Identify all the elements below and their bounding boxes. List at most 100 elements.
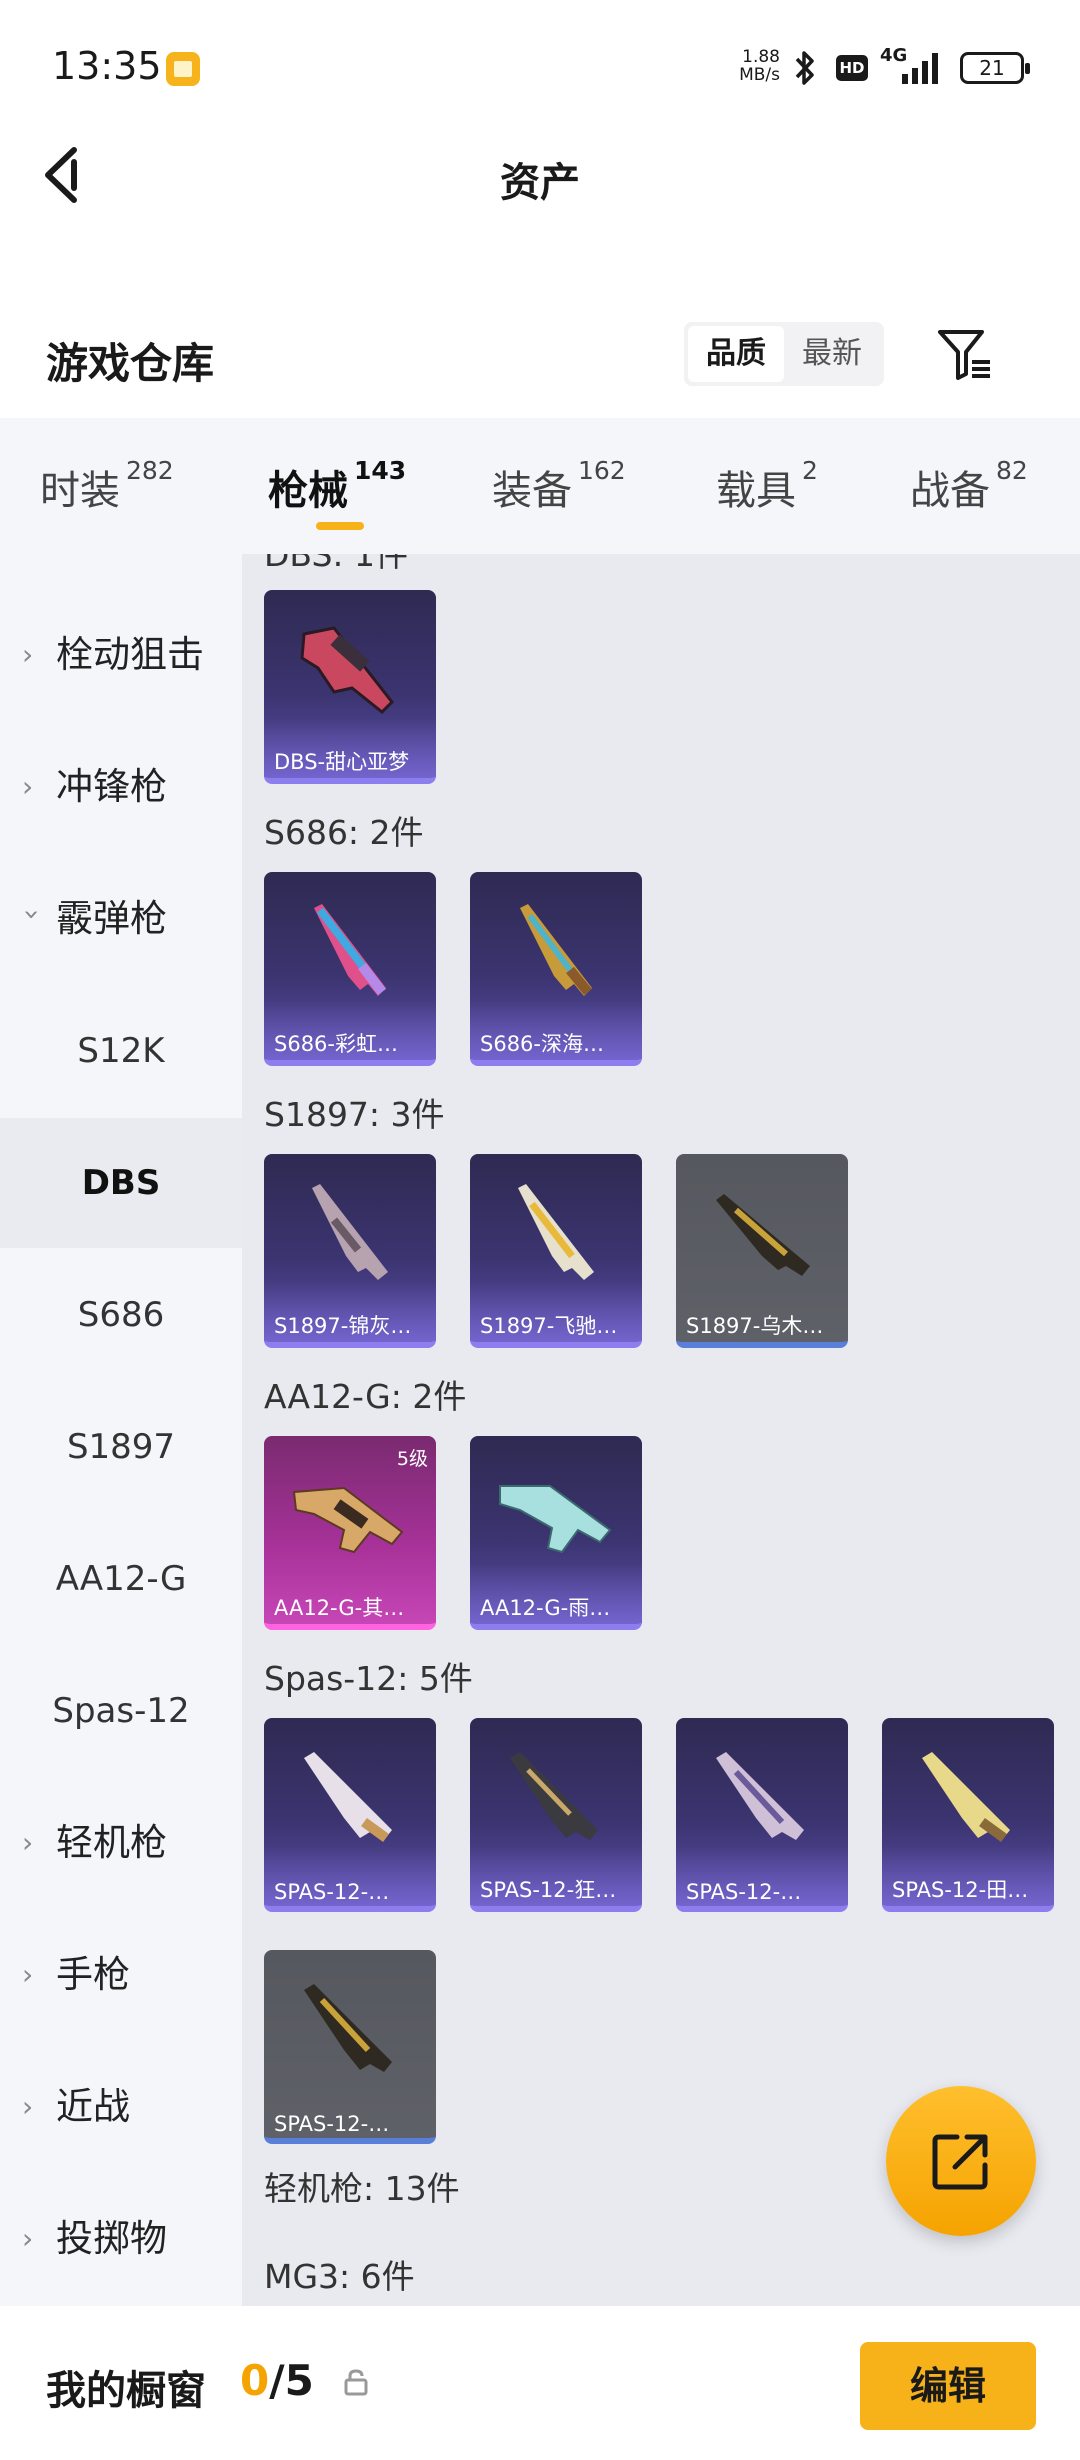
sidebar-item-label: 轻机枪 <box>56 1821 167 1864</box>
sidebar-item-label: 冲锋枪 <box>56 765 167 808</box>
tab-count: 282 <box>126 456 174 485</box>
item-name: DBS-甜心亚梦 <box>274 750 410 774</box>
sort-by-newest-button[interactable]: 最新 <box>784 326 880 382</box>
tab-label: 枪械 <box>268 468 348 514</box>
tab-count: 162 <box>578 456 626 485</box>
signal-icon <box>902 53 938 84</box>
spas12-shotgun-image <box>510 1752 598 1840</box>
group-label-aa12g: AA12-G: 2件 <box>264 1377 467 1416</box>
status-time: 13:35 <box>52 44 162 88</box>
sort-toggle: 品质 最新 <box>684 322 884 386</box>
filter-icon[interactable] <box>936 326 994 384</box>
tab-label: 装备 <box>492 468 572 514</box>
network-speed-unit: MB/s <box>739 65 780 85</box>
active-tab-indicator <box>316 522 364 530</box>
bluetooth-icon <box>795 51 814 85</box>
item-name: S1897-飞驰… <box>480 1314 618 1338</box>
item-card[interactable]: S686-深海… <box>470 872 642 1066</box>
showcase-label: 我的橱窗 <box>46 2368 206 2414</box>
spas12-shotgun-image <box>304 1752 392 1843</box>
lock-icon <box>344 2369 368 2396</box>
item-card[interactable]: SPAS-12-… <box>264 1718 436 1912</box>
item-card[interactable]: S1897-飞驰… <box>470 1154 642 1348</box>
dbs-shotgun-image <box>300 626 395 715</box>
group-label-lmg: 轻机枪: 13件 <box>264 2169 460 2208</box>
showcase-bar: 我的橱窗 0/5 编辑 <box>0 2306 1080 2460</box>
status-bar: 13:35 1.88 MB/s HD 4G 21 <box>0 0 1080 135</box>
item-name: SPAS-12-狂… <box>480 1878 617 1902</box>
s686-shotgun-image <box>314 904 386 996</box>
sidebar-item-label: 近战 <box>56 2085 130 2128</box>
item-card[interactable]: S1897-乌木… <box>676 1154 848 1348</box>
tab-label: 载具 <box>716 468 796 514</box>
sidebar-item-label: 手枪 <box>56 1953 130 1996</box>
item-card[interactable]: DBS-甜心亚梦 <box>264 590 436 784</box>
sidebar-item-lmg[interactable]: › 轻机枪 <box>0 1778 242 1908</box>
item-card[interactable]: SPAS-12-田… <box>882 1718 1054 1912</box>
level-badge: 5级 <box>396 1448 428 1470</box>
item-card[interactable]: S1897-锦灰… <box>264 1154 436 1348</box>
item-card[interactable]: 5级 AA12-G-其… <box>264 1436 436 1630</box>
tab-firearms[interactable]: 枪械 143 <box>268 456 406 516</box>
item-card[interactable]: SPAS-12-… <box>676 1718 848 1912</box>
chevron-right-icon: › <box>22 638 34 671</box>
sidebar-item-label: 栓动狙击 <box>56 633 204 676</box>
item-name: S1897-乌木… <box>686 1314 824 1338</box>
item-card[interactable]: SPAS-12-… <box>264 1950 436 2144</box>
chevron-right-icon: › <box>22 2090 34 2123</box>
notification-app-icon <box>166 52 200 86</box>
share-button[interactable] <box>886 2086 1036 2236</box>
tab-supplies[interactable]: 战备 82 <box>910 456 1028 516</box>
aa12g-rifle-image <box>499 1485 612 1554</box>
sidebar-item-label: 霰弹枪 <box>56 897 167 940</box>
tab-equipment[interactable]: 装备 162 <box>492 456 626 516</box>
item-card[interactable]: AA12-G-雨… <box>470 1436 642 1630</box>
tab-fashion[interactable]: 时装 282 <box>40 456 174 516</box>
network-speed-value: 1.88 <box>742 47 780 67</box>
group-label-spas12: Spas-12: 5件 <box>264 1659 473 1698</box>
item-name: AA12-G-雨… <box>480 1596 611 1620</box>
item-name: S1897-锦灰… <box>274 1314 412 1338</box>
sidebar-item-dbs[interactable]: DBS <box>0 1118 242 1248</box>
sidebar-item-aa12g[interactable]: AA12-G <box>0 1514 242 1644</box>
group-label-s686: S686: 2件 <box>264 813 424 852</box>
group-label-mg3: MG3: 6件 <box>264 2257 415 2296</box>
sidebar-item-shotgun[interactable]: › 霰弹枪 <box>0 854 242 984</box>
category-tabs: 时装 282 枪械 143 装备 162 载具 2 战备 82 <box>0 418 1080 554</box>
page-title: 资产 <box>500 160 580 206</box>
chevron-right-icon: › <box>22 770 34 803</box>
s1897-shotgun-image <box>716 1194 810 1276</box>
item-name: S686-彩虹… <box>274 1032 398 1056</box>
tab-vehicles[interactable]: 载具 2 <box>716 456 818 516</box>
sidebar-item-bolt-action-sniper[interactable]: › 栓动狙击 <box>0 590 242 720</box>
sort-by-quality-button[interactable]: 品质 <box>688 326 784 382</box>
network-speed: 1.88 MB/s <box>730 48 780 84</box>
item-name: AA12-G-其… <box>274 1596 405 1620</box>
item-card[interactable]: SPAS-12-狂… <box>470 1718 642 1912</box>
tab-count: 82 <box>996 456 1028 485</box>
showcase-count: 0/5 <box>240 2356 314 2405</box>
sidebar-item-s686[interactable]: S686 <box>0 1250 242 1380</box>
showcase-total: /5 <box>269 2356 314 2405</box>
tab-label: 战备 <box>910 468 990 514</box>
sidebar-item-smg[interactable]: › 冲锋枪 <box>0 722 242 852</box>
showcase-current: 0 <box>240 2356 270 2405</box>
warehouse-title: 游戏仓库 <box>46 339 215 388</box>
chevron-right-icon: › <box>22 2222 34 2255</box>
sidebar-item-throwables[interactable]: › 投掷物 <box>0 2174 242 2304</box>
item-grid: DBS: 1件 DBS-甜心亚梦 S686: 2件 S686-彩虹… S686-… <box>242 554 1080 2306</box>
sidebar-item-label: 投掷物 <box>56 2217 167 2260</box>
hd-voice-icon: HD <box>836 55 868 81</box>
edit-button[interactable]: 编辑 <box>860 2342 1036 2430</box>
item-card[interactable]: S686-彩虹… <box>264 872 436 1066</box>
spas12-shotgun-image <box>304 1984 392 2072</box>
item-name: S686-深海… <box>480 1032 604 1056</box>
tab-count: 2 <box>802 456 818 485</box>
sidebar-item-pistol[interactable]: › 手枪 <box>0 1910 242 2040</box>
battery-indicator: 21 <box>960 52 1030 84</box>
tab-label: 时装 <box>40 468 120 514</box>
sidebar-item-s12k[interactable]: S12K <box>0 986 242 1116</box>
sidebar-item-melee[interactable]: › 近战 <box>0 2042 242 2172</box>
sidebar-item-s1897[interactable]: S1897 <box>0 1382 242 1512</box>
sidebar-item-spas12[interactable]: Spas-12 <box>0 1646 242 1776</box>
